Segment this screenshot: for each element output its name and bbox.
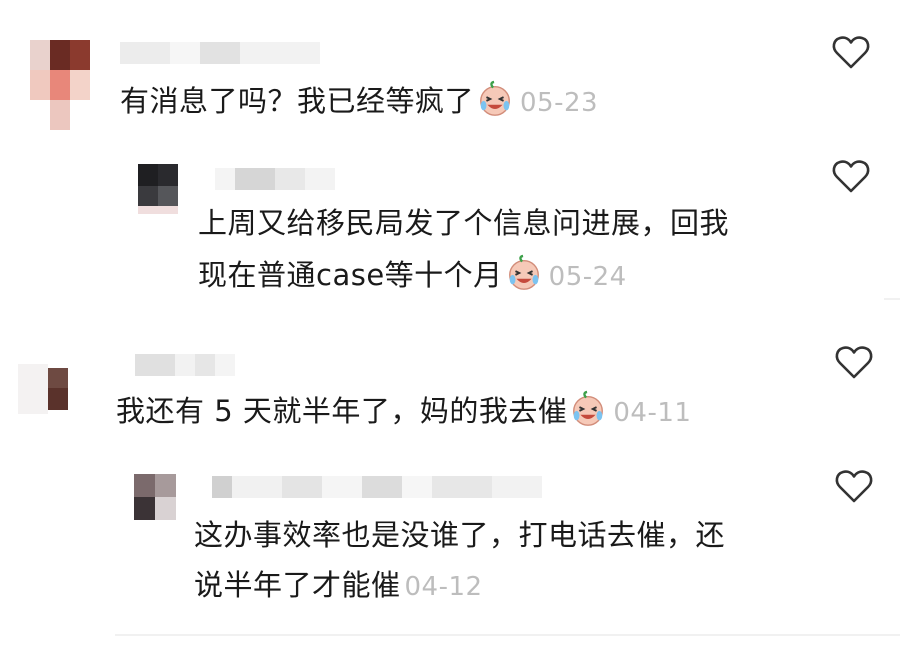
- comment-text: 我还有 5 天就半年了，妈的我去催 04-11: [116, 382, 691, 442]
- comment-text: 有消息了吗？我已经等疯了 05-23: [120, 72, 598, 132]
- username[interactable]: [120, 42, 320, 64]
- crying-laughing-face-icon: [480, 80, 510, 116]
- comment-content: 说半年了才能催: [194, 568, 401, 602]
- comment-item: 我还有 5 天就半年了，妈的我去催 04-11: [0, 330, 900, 460]
- comment-date: 05-24: [548, 262, 627, 292]
- comment-content: 我还有 5 天就半年了，妈的我去催: [116, 394, 568, 428]
- comment-content: 上周又给移民局发了个信息问进展，回我: [198, 206, 730, 240]
- comment-content: 这办事效率也是没谁了，打电话去催，还: [194, 518, 726, 552]
- avatar[interactable]: [138, 164, 178, 214]
- avatar[interactable]: [18, 364, 72, 414]
- heart-outline-icon[interactable]: [834, 466, 874, 506]
- comment-content: 现在普通case等十个月: [198, 258, 503, 292]
- heart-outline-icon[interactable]: [831, 156, 871, 196]
- username[interactable]: [212, 476, 542, 498]
- avatar[interactable]: [134, 474, 176, 520]
- comment-text: 上周又给移民局发了个信息问进展，回我: [198, 194, 729, 252]
- comment-text-line2: 现在普通case等十个月 05-24: [198, 246, 627, 306]
- crying-laughing-face-icon: [573, 390, 604, 426]
- comment-date: 05-23: [520, 88, 599, 118]
- reply-item: 上周又给移民局发了个信息问进展，回我 现在普通case等十个月 05-24: [0, 150, 900, 320]
- comment-text-line2: 说半年了才能催 04-12: [194, 556, 483, 616]
- comment-content: 有消息了吗？我已经等疯了: [120, 84, 475, 118]
- divider: [884, 298, 900, 300]
- username[interactable]: [215, 168, 335, 190]
- comment-date: 04-12: [404, 572, 483, 602]
- avatar[interactable]: [30, 40, 90, 130]
- username[interactable]: [135, 354, 235, 376]
- divider: [115, 634, 900, 636]
- crying-laughing-face-icon: [508, 254, 539, 290]
- comment-date: 04-11: [613, 398, 692, 428]
- reply-item: 这办事效率也是没谁了，打电话去催，还 说半年了才能催 04-12: [0, 460, 900, 647]
- comment-item: 有消息了吗？我已经等疯了 05-23: [0, 0, 900, 150]
- heart-outline-icon[interactable]: [831, 32, 871, 72]
- heart-outline-icon[interactable]: [834, 342, 874, 382]
